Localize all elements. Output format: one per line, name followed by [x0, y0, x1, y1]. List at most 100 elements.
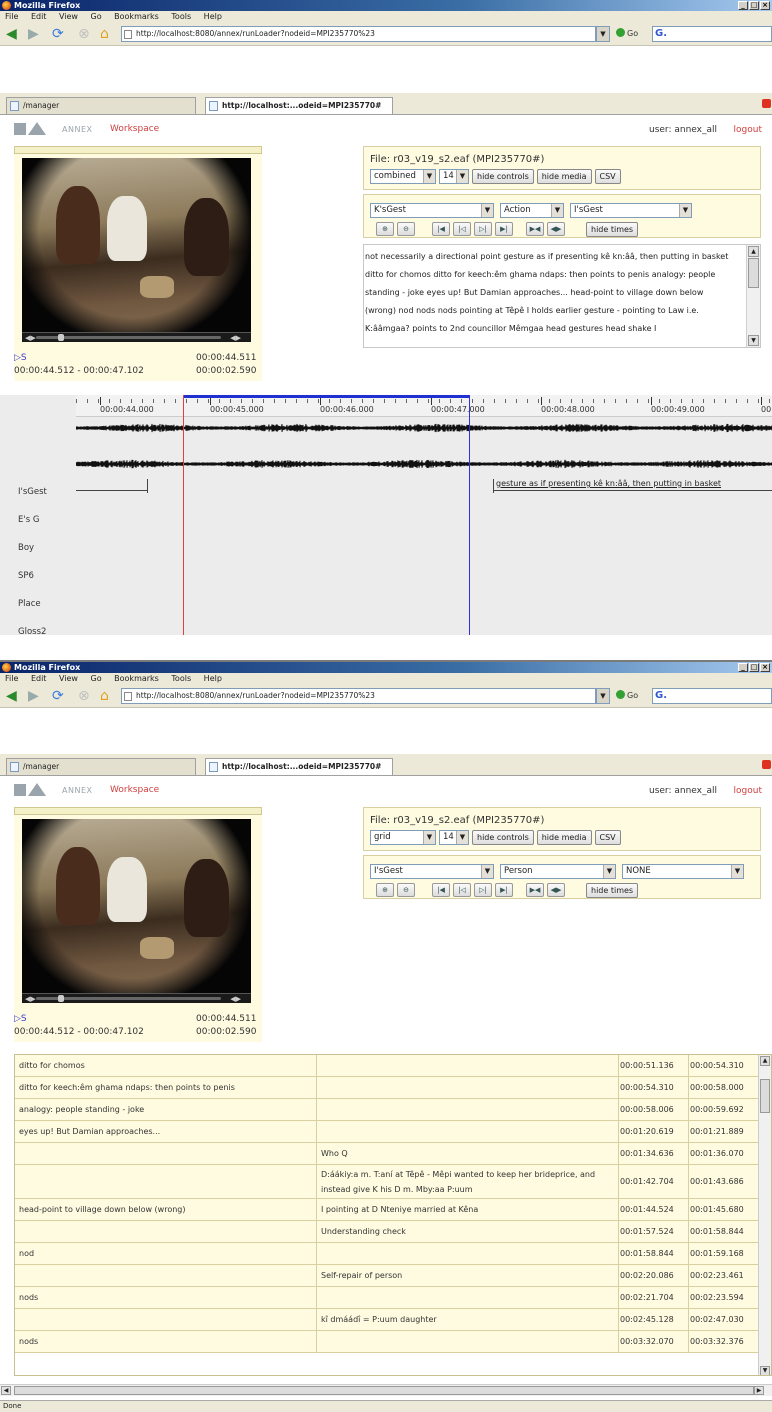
zoom-out-icon[interactable]: ⊖	[397, 883, 415, 897]
back-arrow-icon[interactable]: ◀	[6, 688, 17, 704]
scroll-up-icon[interactable]: ▲	[748, 246, 759, 257]
table-row[interactable]: nods 00:03:32.070 00:03:32.376	[15, 1331, 760, 1353]
menu-view[interactable]: View	[59, 674, 78, 683]
shrink-selection-icon[interactable]: ▶◀	[526, 222, 544, 236]
tab-manager[interactable]: /manager	[6, 758, 196, 775]
menu-go[interactable]: Go	[91, 12, 102, 21]
play-icon[interactable]: ◀▶	[25, 334, 36, 342]
video-player[interactable]: ◀▶ ◀▶	[22, 158, 251, 342]
menu-bookmarks[interactable]: Bookmarks	[114, 674, 159, 683]
next-icon[interactable]: ▷|	[474, 883, 492, 897]
table-row[interactable]: nod 00:01:58.844 00:01:59.168	[15, 1243, 760, 1265]
url-dropdown-button[interactable]: ▼	[596, 688, 610, 704]
hide-times-button[interactable]: hide times	[586, 883, 639, 898]
play-icon[interactable]: ◀▶	[25, 995, 36, 1003]
type-select[interactable]: Person ▼	[500, 864, 616, 879]
table-row[interactable]: D:áákiy:a m. T:aní at Têpê - Mêpi wanted…	[15, 1165, 760, 1199]
csv-button[interactable]: CSV	[594, 830, 621, 845]
table-row[interactable]: eyes up! But Damian approaches... 00:01:2…	[15, 1121, 760, 1143]
csv-button[interactable]: CSV	[594, 169, 621, 184]
hide-controls-button[interactable]: hide controls	[472, 830, 534, 845]
annotation-grid[interactable]: ditto for chomos 00:00:51.136 00:00:54.310…	[14, 1054, 772, 1376]
forward-arrow-icon[interactable]: ▶	[28, 26, 39, 42]
view-mode-select[interactable]: grid ▼	[370, 830, 436, 845]
view-mode-select[interactable]: combined ▼	[370, 169, 436, 184]
scroll-down-icon[interactable]: ▼	[760, 1366, 770, 1375]
reload-icon[interactable]: ⟳	[52, 688, 64, 704]
url-input[interactable]: http://localhost:8080/annex/runLoader?no…	[121, 26, 596, 42]
home-icon[interactable]: ⌂	[100, 26, 109, 42]
expand-selection-icon[interactable]: ◀▶	[547, 222, 565, 236]
tier2-select[interactable]: I'sGest ▼	[570, 203, 692, 218]
menu-tools[interactable]: Tools	[171, 12, 191, 21]
hide-controls-button[interactable]: hide controls	[472, 169, 534, 184]
reload-icon[interactable]: ⟳	[52, 26, 64, 42]
tier-select[interactable]: I'sGest ▼	[370, 864, 494, 879]
workspace-link[interactable]: Workspace	[110, 124, 159, 134]
scroll-thumb[interactable]	[760, 1079, 770, 1113]
table-row[interactable]: head-point to village down below (wrong)…	[15, 1199, 760, 1221]
close-button[interactable]: ×	[760, 1, 770, 10]
scroll-down-icon[interactable]: ▼	[748, 335, 759, 346]
logout-link[interactable]: logout	[734, 786, 762, 796]
hide-times-button[interactable]: hide times	[586, 222, 639, 237]
annotation-label[interactable]: gesture as if presenting kê kn:ââ, then …	[496, 479, 721, 488]
font-size-select[interactable]: 14 ▼	[439, 830, 469, 845]
table-row[interactable]: ditto for keech:êm ghama ndaps: then poi…	[15, 1077, 760, 1099]
search-input[interactable]: G.	[652, 26, 772, 42]
tier2-select[interactable]: NONE ▼	[622, 864, 744, 879]
horizontal-scrollbar[interactable]: ◀ ▶	[0, 1384, 772, 1396]
scroll-right-icon[interactable]: ▶	[754, 1386, 764, 1395]
url-dropdown-button[interactable]: ▼	[596, 26, 610, 42]
back-arrow-icon[interactable]: ◀	[6, 26, 17, 42]
shrink-selection-icon[interactable]: ▶◀	[526, 883, 544, 897]
url-input[interactable]: http://localhost:8080/annex/runLoader?no…	[121, 688, 596, 704]
stop-icon[interactable]: ⊗	[78, 688, 90, 704]
maximize-button[interactable]: □	[749, 1, 759, 10]
menu-view[interactable]: View	[59, 12, 78, 21]
volume-icon[interactable]: ◀▶	[230, 334, 241, 342]
table-row[interactable]: Who Q 00:01:34.636 00:01:36.070	[15, 1143, 760, 1165]
table-row[interactable]: kî dmáádî = P:uum daughter 00:02:45.128 00…	[15, 1309, 760, 1331]
menu-file[interactable]: File	[5, 674, 18, 683]
close-tab-icon[interactable]	[762, 99, 771, 108]
search-input[interactable]: G.	[652, 688, 772, 704]
timeline-viewer[interactable]: 00:00:44.000 00:00:45.000 00:00:46.000 0…	[0, 395, 772, 637]
grid-scrollbar[interactable]: ▲ ▼	[758, 1055, 771, 1375]
expand-selection-icon[interactable]: ◀▶	[547, 883, 565, 897]
video-player[interactable]: ◀▶ ◀▶	[22, 819, 251, 1003]
hide-media-button[interactable]: hide media	[536, 830, 592, 845]
close-tab-icon[interactable]	[762, 760, 771, 769]
table-row[interactable]: Self-repair of person 00:02:20.086 00:02:2…	[15, 1265, 760, 1287]
close-button[interactable]: ×	[760, 663, 770, 672]
workspace-link[interactable]: Workspace	[110, 785, 159, 795]
scroll-up-icon[interactable]: ▲	[760, 1056, 770, 1066]
menu-go[interactable]: Go	[91, 674, 102, 683]
go-to-start-icon[interactable]: |◀	[432, 883, 450, 897]
volume-icon[interactable]: ◀▶	[230, 995, 241, 1003]
menu-edit[interactable]: Edit	[31, 674, 47, 683]
stop-icon[interactable]: ⊗	[78, 26, 90, 42]
annotation-segment[interactable]	[76, 490, 147, 491]
menu-help[interactable]: Help	[204, 674, 222, 683]
scroll-left-icon[interactable]: ◀	[1, 1386, 11, 1395]
text-scrollbar[interactable]: ▲ ▼	[746, 245, 760, 347]
home-icon[interactable]: ⌂	[100, 688, 109, 704]
font-size-select[interactable]: 14 ▼	[439, 169, 469, 184]
zoom-in-icon[interactable]: ⊕	[376, 222, 394, 236]
selection-end-line[interactable]	[469, 395, 470, 635]
logout-link[interactable]: logout	[734, 125, 762, 135]
zoom-out-icon[interactable]: ⊖	[397, 222, 415, 236]
minimize-button[interactable]: _	[738, 663, 748, 672]
tab-annex[interactable]: http://localhost:...odeid=MPI235770#	[205, 758, 393, 775]
annotation-segment[interactable]	[493, 490, 772, 491]
table-row[interactable]: analogy: people standing - joke 00:00:58.…	[15, 1099, 760, 1121]
go-button[interactable]: Go	[616, 28, 638, 38]
menu-tools[interactable]: Tools	[171, 674, 191, 683]
seek-handle[interactable]	[58, 995, 64, 1002]
table-row[interactable]: ditto for chomos 00:00:51.136 00:00:54.310	[15, 1055, 760, 1077]
seek-handle[interactable]	[58, 334, 64, 341]
go-button[interactable]: Go	[616, 690, 638, 700]
previous-icon[interactable]: |◁	[453, 222, 471, 236]
table-row[interactable]: Understanding check 00:01:57.524 00:01:58.…	[15, 1221, 760, 1243]
